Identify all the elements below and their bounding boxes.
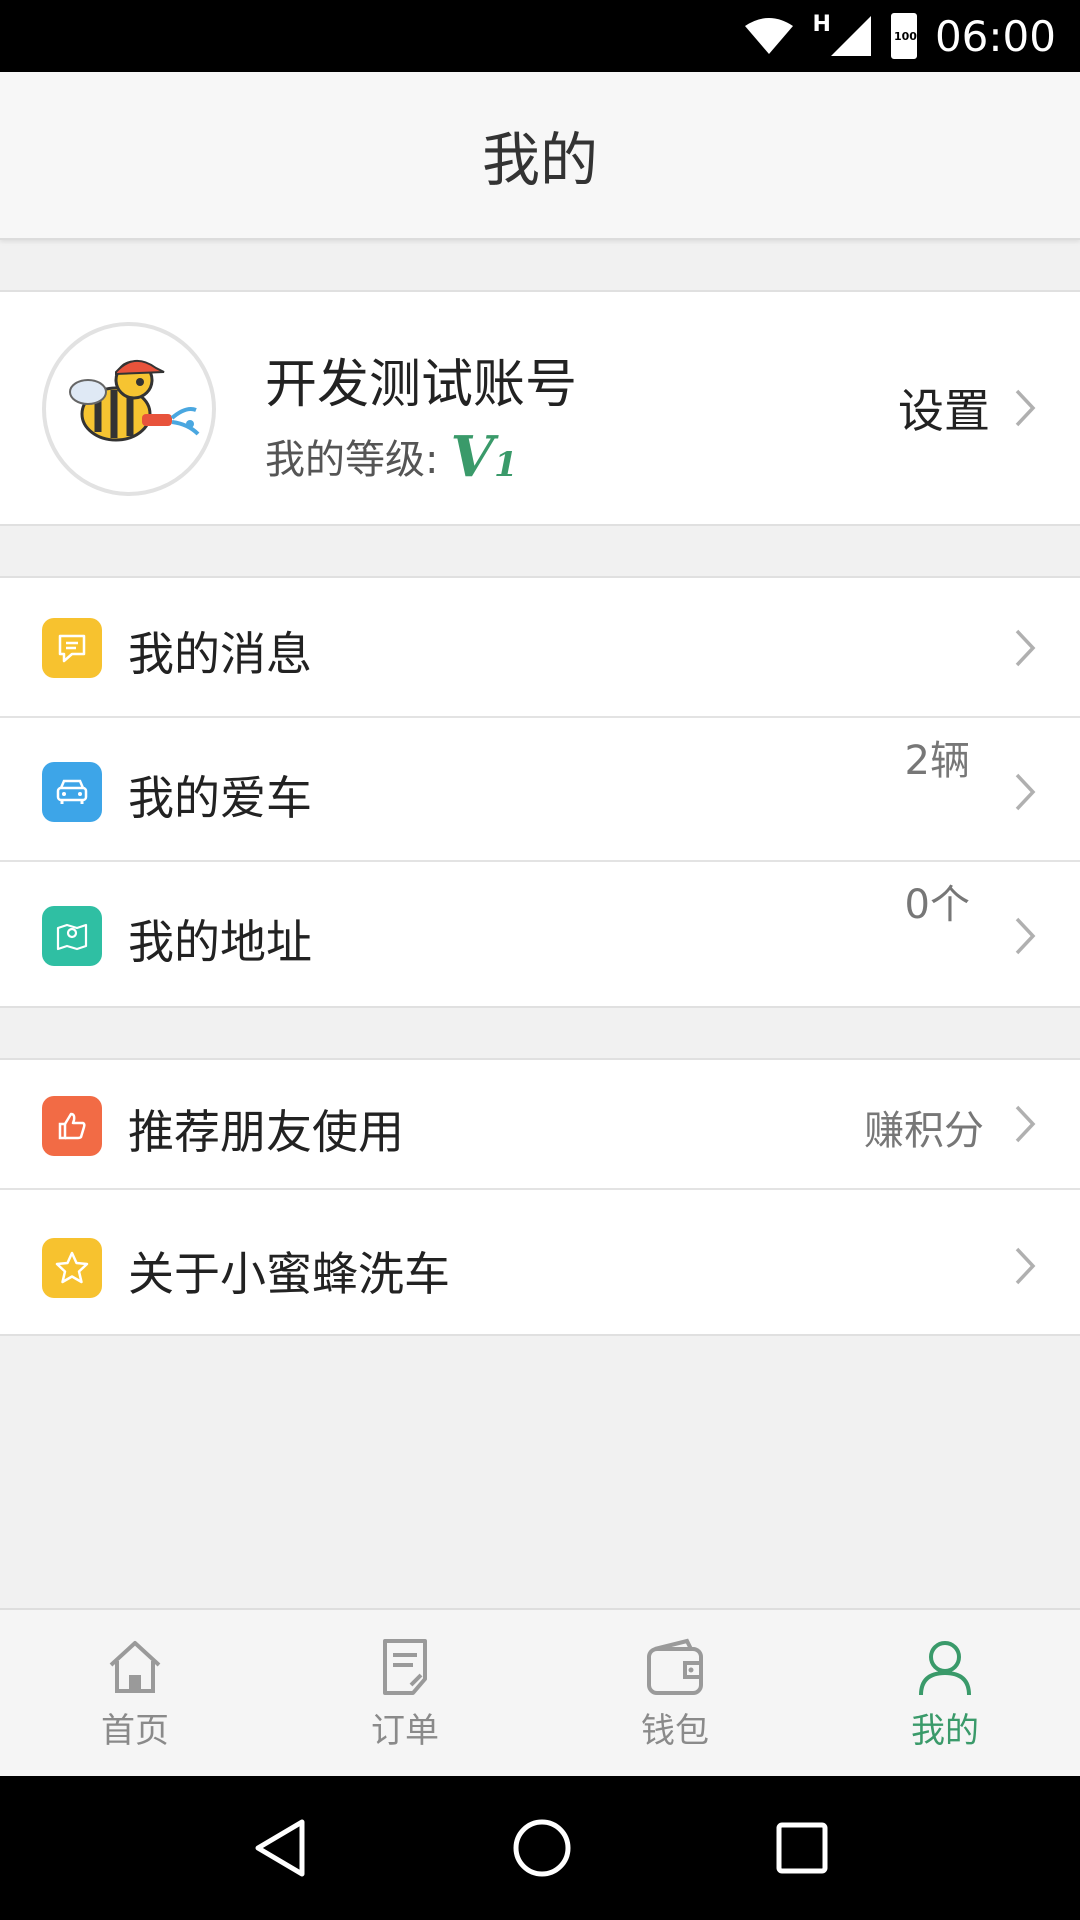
star-icon [42,1238,102,1298]
earn-points-label: 赚积分 [864,1108,984,1154]
car-count: 2辆 [904,738,970,784]
wifi-icon [744,18,793,54]
page-title: 我的 [481,126,598,194]
chevron-right-icon [1015,1247,1036,1285]
menu-item-label: 我的爱车 [128,771,312,825]
tab-label: 订单 [371,1710,439,1751]
chevron-right-icon [1015,1105,1036,1143]
user-icon [919,1640,971,1695]
menu-item-cars[interactable]: 我的爱车 2辆 [0,718,1080,862]
settings-label: 设置 [898,384,990,438]
address-count: 0个 [904,882,970,928]
menu-item-address[interactable]: 我的地址 0个 [0,862,1080,1006]
chevron-right-icon [1015,773,1036,811]
wallet-icon [647,1638,703,1695]
level-badge: V1 [450,424,518,490]
level-label: 我的等级: [265,437,439,483]
menu-item-label: 关于小蜜蜂洗车 [128,1247,450,1301]
order-icon [383,1638,427,1695]
battery-icon: 100 [890,13,917,59]
cell-signal-icon [830,16,871,56]
home-icon [109,1640,161,1693]
menu-item-messages[interactable]: 我的消息 [0,578,1080,718]
map-location-icon [42,906,102,966]
page-header: 我的 [0,72,1080,240]
menu-item-label: 我的消息 [128,627,312,681]
menu-item-label: 推荐朋友使用 [128,1105,404,1159]
tab-home[interactable]: 首页 [0,1610,270,1776]
car-icon [42,762,102,822]
status-time: 06:00 [934,11,1056,61]
chevron-right-icon [1015,917,1036,955]
settings-button[interactable]: 设置 [898,292,1036,524]
menu-item-recommend[interactable]: 推荐朋友使用 赚积分 [0,1060,1080,1190]
tab-label: 钱包 [641,1710,709,1751]
avatar[interactable] [42,322,216,496]
username: 开发测试账号 [265,355,578,415]
system-nav-bar [0,1776,1080,1920]
thumbs-up-icon [42,1096,102,1156]
chevron-right-icon [1015,389,1036,427]
battery-level: 100 [893,30,917,43]
tab-wallet[interactable]: 钱包 [540,1610,810,1776]
status-bar: H 100 06:00 [0,0,1080,72]
back-icon[interactable] [250,1816,310,1880]
user-level: 我的等级: V1 [265,427,518,485]
tab-profile[interactable]: 我的 [810,1610,1080,1776]
tab-orders[interactable]: 订单 [270,1610,540,1776]
profile-card[interactable]: 开发测试账号 我的等级: V1 设置 [0,290,1080,526]
home-button-icon[interactable] [510,1816,574,1880]
chevron-right-icon [1015,629,1036,667]
menu-item-label: 我的地址 [128,915,312,969]
message-icon [42,618,102,678]
recent-apps-icon[interactable] [774,1820,830,1876]
tab-label: 我的 [911,1710,979,1751]
tab-label: 首页 [101,1710,169,1751]
menu-item-about[interactable]: 关于小蜜蜂洗车 [0,1190,1080,1334]
bottom-tab-bar: 首页 订单 钱包 我的 [0,1608,1080,1776]
bee-mascot-icon [69,360,200,442]
